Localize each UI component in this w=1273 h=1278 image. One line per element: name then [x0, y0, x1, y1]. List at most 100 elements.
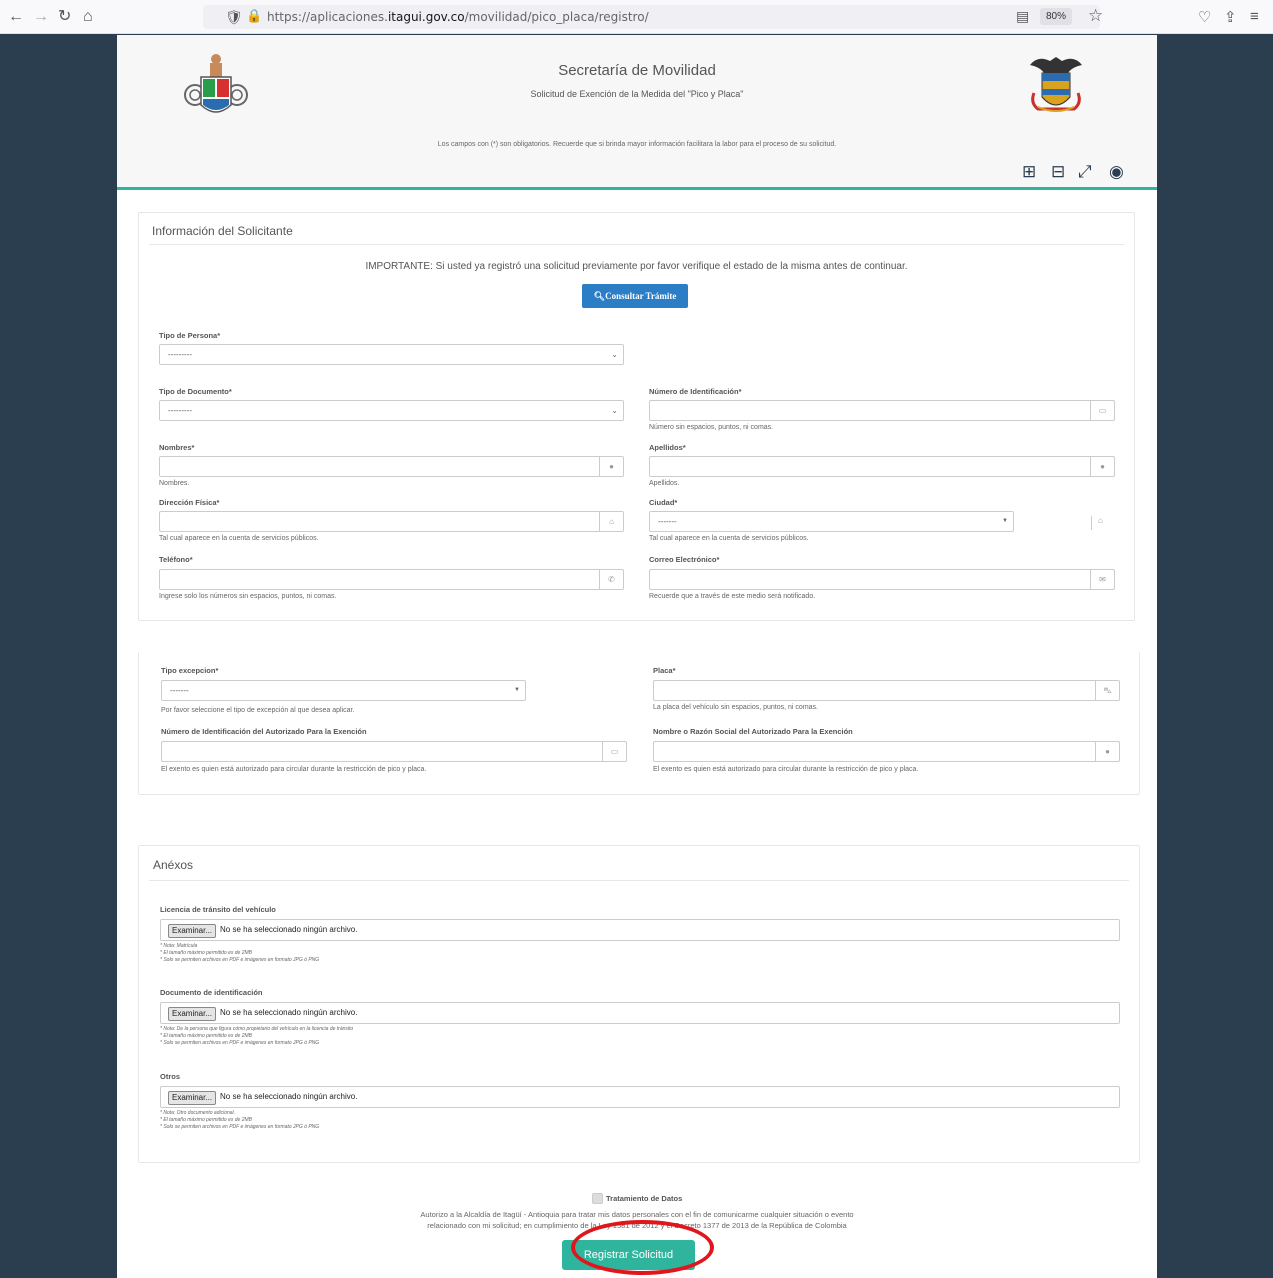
- placa-label: Placa*: [653, 666, 676, 675]
- nombres-input[interactable]: ●: [159, 456, 624, 477]
- user-icon: ●: [1095, 742, 1119, 761]
- page-subtitle: Solicitud de Exención de la Medida del "…: [530, 89, 744, 99]
- nombre-autorizado-label: Nombre o Razón Social del Autorizado Par…: [653, 727, 853, 736]
- note-line: * Nota: Otro documento adicional.: [160, 1110, 236, 1116]
- otros-notes: * Nota: Otro documento adicional. * El ta…: [160, 1110, 319, 1131]
- reload-icon[interactable]: ↻: [58, 8, 71, 26]
- ciudad-help: Tal cual aparece en la cuenta de servici…: [649, 535, 809, 542]
- nombre-autorizado-input[interactable]: ●: [653, 741, 1120, 762]
- licencia-file-input[interactable]: Examinar... No se ha seleccionado ningún…: [160, 919, 1120, 941]
- direccion-help: Tal cual aparece en la cuenta de servici…: [159, 535, 319, 542]
- otros-label: Otros: [160, 1072, 181, 1081]
- highlight-annotation-circle: [571, 1220, 714, 1275]
- num-autorizado-help: El exento es quien está autorizado para …: [161, 766, 427, 773]
- ciudad-select[interactable]: ------- ▼: [649, 511, 1014, 532]
- telefono-input[interactable]: ✆: [159, 569, 624, 590]
- tipo-excepcion-label: Tipo excepcion*: [161, 666, 219, 675]
- phone-icon: ✆: [599, 570, 623, 589]
- documento-label: Documento de identificación: [160, 988, 263, 997]
- no-file-text: No se ha seleccionado ningún archivo.: [220, 1008, 358, 1017]
- placa-input[interactable]: ⛍: [653, 680, 1120, 701]
- note-line: * El tamaño máximo permitido es de 2MB: [160, 1117, 252, 1123]
- numero-identificacion-input[interactable]: ▭: [649, 400, 1115, 421]
- important-notice: IMPORTANTE: Si usted ya registró una sol…: [365, 261, 908, 272]
- consult-button[interactable]: 🔍︎Consultar Trámite: [582, 284, 688, 308]
- tipo-persona-select[interactable]: --------- ⌄: [159, 344, 624, 365]
- menu-icon[interactable]: ≡: [1250, 8, 1259, 25]
- nombres-help: Nombres.: [159, 480, 190, 487]
- browse-button[interactable]: Examinar...: [168, 1091, 217, 1105]
- apellidos-help: Apellidos.: [649, 480, 680, 487]
- ciudad-value: -------: [658, 517, 677, 526]
- plus-square-icon[interactable]: ⊞: [1022, 162, 1036, 182]
- address-bar[interactable]: 🛡 🔒 https://aplicaciones.itagui.gov.co/m…: [203, 5, 1103, 29]
- exception-panel: Tipo excepcion* ------- ▼ Por favor selec…: [138, 652, 1140, 795]
- forward-icon[interactable]: →: [33, 8, 49, 26]
- consult-button-label: Consultar Trámite: [605, 291, 677, 301]
- required-fields-note: Los campos con (*) son obligatorios. Rec…: [437, 141, 837, 148]
- nombre-autorizado-help: El exento es quien está autorizado para …: [653, 766, 919, 773]
- id-card-icon: ▭: [1090, 401, 1114, 420]
- home-icon: ⌂: [599, 512, 623, 531]
- user-icon: ●: [1090, 457, 1114, 476]
- divider: [149, 880, 1129, 881]
- note-line: * El tamaño máximo permitido es de 2MB: [160, 950, 252, 956]
- lock-icon[interactable]: 🔒: [246, 8, 262, 24]
- pocket-icon[interactable]: ♡: [1198, 8, 1211, 26]
- direccion-label: Dirección Física*: [159, 498, 220, 507]
- correo-input[interactable]: ✉: [649, 569, 1115, 590]
- eye-icon[interactable]: ◉: [1109, 162, 1124, 182]
- otros-file-input[interactable]: Examinar... No se ha seleccionado ningún…: [160, 1086, 1120, 1108]
- back-icon[interactable]: ←: [8, 8, 24, 26]
- annexes-panel: Anéxos Licencia de tránsito del vehículo…: [138, 845, 1140, 1163]
- num-autorizado-label: Número de Identificación del Autorizado …: [161, 727, 367, 736]
- browse-button[interactable]: Examinar...: [168, 924, 217, 938]
- divider: [149, 244, 1124, 245]
- correo-help: Recuerde que a través de este medio será…: [649, 593, 816, 600]
- page-container: Secretaría de Movilidad Solicitud de Exe…: [117, 35, 1157, 1278]
- num-autorizado-input[interactable]: ▭: [161, 741, 627, 762]
- minus-square-icon[interactable]: ⊟: [1051, 162, 1065, 182]
- telefono-help: Ingrese solo los números sin espacios, p…: [159, 593, 337, 600]
- shield-icon[interactable]: 🛡: [225, 9, 243, 26]
- note-line: * Nota: Matrícula: [160, 943, 198, 949]
- home-icon: ⌂: [1091, 516, 1103, 530]
- home-icon[interactable]: ⌂: [83, 8, 93, 26]
- zoom-level[interactable]: 80%: [1040, 8, 1073, 25]
- colombia-coat-of-arms-logo: [1030, 57, 1082, 112]
- apellidos-input[interactable]: ●: [649, 456, 1115, 477]
- chevron-down-icon: ⌄: [611, 406, 618, 415]
- note-line: * Solo se permiten archivos en PDF e imá…: [160, 1124, 320, 1130]
- bookmark-star-icon[interactable]: ☆: [1088, 6, 1103, 26]
- user-icon: ●: [599, 457, 623, 476]
- url-text[interactable]: https://aplicaciones.itagui.gov.co/movil…: [267, 10, 649, 24]
- reader-view-icon[interactable]: ▤: [1016, 8, 1029, 25]
- expand-icon[interactable]: ⤢: [1078, 162, 1092, 182]
- consent-checkbox[interactable]: [592, 1193, 603, 1204]
- nombres-label: Nombres*: [159, 443, 195, 452]
- note-line: * El tamaño máximo permitido es de 2MB: [160, 1033, 252, 1039]
- licencia-notes: * Nota: Matrícula * El tamaño máximo perm…: [160, 943, 319, 964]
- tipo-excepcion-select[interactable]: ------- ▼: [161, 680, 526, 701]
- browse-button[interactable]: Examinar...: [168, 1007, 217, 1021]
- search-icon: 🔍︎: [593, 291, 606, 301]
- chevron-down-icon: ⌄: [611, 350, 618, 359]
- caret-down-icon: ▼: [1002, 518, 1008, 524]
- consent-label: Tratamiento de Datos: [606, 1194, 683, 1203]
- tipo-documento-value: ---------: [168, 406, 192, 415]
- numero-identificacion-label: Número de Identificación*: [649, 387, 742, 396]
- tipo-excepcion-help: Por favor seleccione el tipo de excepció…: [161, 707, 355, 714]
- note-line: * Solo se permiten archivos en PDF e imá…: [160, 957, 320, 963]
- tipo-documento-select[interactable]: --------- ⌄: [159, 400, 624, 421]
- page-header: Secretaría de Movilidad Solicitud de Exe…: [117, 35, 1157, 190]
- note-line: * Nota: De la persona que figura cómo pr…: [160, 1026, 354, 1032]
- tipo-excepcion-value: -------: [170, 686, 189, 695]
- id-card-icon: ▭: [602, 742, 626, 761]
- tipo-persona-label: Tipo de Persona*: [159, 331, 221, 340]
- ciudad-label: Ciudad*: [649, 498, 678, 507]
- consent-text-line: Autorizo a la Alcaldía de Itagüí - Antio…: [420, 1210, 854, 1219]
- documento-file-input[interactable]: Examinar... No se ha seleccionado ningún…: [160, 1002, 1120, 1024]
- direccion-input[interactable]: ⌂: [159, 511, 624, 532]
- share-icon[interactable]: ⇪: [1224, 8, 1237, 26]
- applicant-panel: Información del Solicitante IMPORTANTE: …: [138, 212, 1135, 621]
